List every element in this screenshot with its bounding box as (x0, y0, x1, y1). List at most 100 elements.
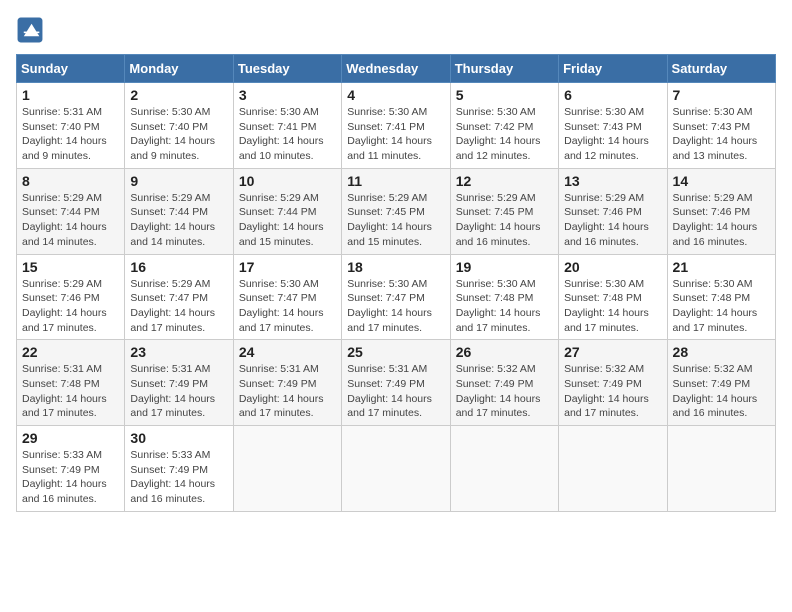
logo-icon (16, 16, 44, 44)
day-number: 20 (564, 259, 661, 275)
calendar-cell (450, 426, 558, 512)
calendar-cell: 19 Sunrise: 5:30 AM Sunset: 7:48 PM Dayl… (450, 254, 558, 340)
calendar-cell: 24 Sunrise: 5:31 AM Sunset: 7:49 PM Dayl… (233, 340, 341, 426)
day-number: 28 (673, 344, 770, 360)
day-number: 22 (22, 344, 119, 360)
day-number: 23 (130, 344, 227, 360)
weekday-header-friday: Friday (559, 55, 667, 83)
day-info: Sunrise: 5:32 AM Sunset: 7:49 PM Dayligh… (564, 362, 661, 421)
day-info: Sunrise: 5:30 AM Sunset: 7:47 PM Dayligh… (347, 277, 444, 336)
calendar-cell: 17 Sunrise: 5:30 AM Sunset: 7:47 PM Dayl… (233, 254, 341, 340)
day-number: 8 (22, 173, 119, 189)
day-info: Sunrise: 5:30 AM Sunset: 7:43 PM Dayligh… (673, 105, 770, 164)
day-info: Sunrise: 5:29 AM Sunset: 7:46 PM Dayligh… (22, 277, 119, 336)
day-number: 1 (22, 87, 119, 103)
day-info: Sunrise: 5:33 AM Sunset: 7:49 PM Dayligh… (22, 448, 119, 507)
day-info: Sunrise: 5:31 AM Sunset: 7:49 PM Dayligh… (347, 362, 444, 421)
day-info: Sunrise: 5:30 AM Sunset: 7:40 PM Dayligh… (130, 105, 227, 164)
calendar-table: SundayMondayTuesdayWednesdayThursdayFrid… (16, 54, 776, 512)
day-number: 2 (130, 87, 227, 103)
calendar-cell (233, 426, 341, 512)
day-info: Sunrise: 5:32 AM Sunset: 7:49 PM Dayligh… (456, 362, 553, 421)
weekday-header-row: SundayMondayTuesdayWednesdayThursdayFrid… (17, 55, 776, 83)
day-info: Sunrise: 5:29 AM Sunset: 7:46 PM Dayligh… (564, 191, 661, 250)
logo (16, 16, 48, 44)
day-number: 15 (22, 259, 119, 275)
day-number: 27 (564, 344, 661, 360)
calendar-cell: 22 Sunrise: 5:31 AM Sunset: 7:48 PM Dayl… (17, 340, 125, 426)
day-info: Sunrise: 5:30 AM Sunset: 7:41 PM Dayligh… (347, 105, 444, 164)
day-number: 3 (239, 87, 336, 103)
calendar-cell: 27 Sunrise: 5:32 AM Sunset: 7:49 PM Dayl… (559, 340, 667, 426)
day-number: 30 (130, 430, 227, 446)
calendar-cell: 29 Sunrise: 5:33 AM Sunset: 7:49 PM Dayl… (17, 426, 125, 512)
weekday-header-tuesday: Tuesday (233, 55, 341, 83)
weekday-header-sunday: Sunday (17, 55, 125, 83)
calendar-cell: 23 Sunrise: 5:31 AM Sunset: 7:49 PM Dayl… (125, 340, 233, 426)
day-number: 6 (564, 87, 661, 103)
calendar-cell: 9 Sunrise: 5:29 AM Sunset: 7:44 PM Dayli… (125, 168, 233, 254)
day-info: Sunrise: 5:29 AM Sunset: 7:45 PM Dayligh… (456, 191, 553, 250)
day-number: 16 (130, 259, 227, 275)
day-number: 21 (673, 259, 770, 275)
calendar-cell: 25 Sunrise: 5:31 AM Sunset: 7:49 PM Dayl… (342, 340, 450, 426)
day-number: 5 (456, 87, 553, 103)
day-info: Sunrise: 5:30 AM Sunset: 7:41 PM Dayligh… (239, 105, 336, 164)
day-number: 14 (673, 173, 770, 189)
day-number: 26 (456, 344, 553, 360)
day-number: 17 (239, 259, 336, 275)
calendar-cell: 18 Sunrise: 5:30 AM Sunset: 7:47 PM Dayl… (342, 254, 450, 340)
day-number: 18 (347, 259, 444, 275)
day-info: Sunrise: 5:33 AM Sunset: 7:49 PM Dayligh… (130, 448, 227, 507)
day-info: Sunrise: 5:30 AM Sunset: 7:48 PM Dayligh… (456, 277, 553, 336)
calendar-week-row: 8 Sunrise: 5:29 AM Sunset: 7:44 PM Dayli… (17, 168, 776, 254)
day-number: 4 (347, 87, 444, 103)
day-number: 25 (347, 344, 444, 360)
day-number: 7 (673, 87, 770, 103)
calendar-cell: 26 Sunrise: 5:32 AM Sunset: 7:49 PM Dayl… (450, 340, 558, 426)
day-info: Sunrise: 5:31 AM Sunset: 7:40 PM Dayligh… (22, 105, 119, 164)
weekday-header-thursday: Thursday (450, 55, 558, 83)
calendar-cell: 5 Sunrise: 5:30 AM Sunset: 7:42 PM Dayli… (450, 83, 558, 169)
calendar-cell: 15 Sunrise: 5:29 AM Sunset: 7:46 PM Dayl… (17, 254, 125, 340)
calendar-cell: 16 Sunrise: 5:29 AM Sunset: 7:47 PM Dayl… (125, 254, 233, 340)
calendar-week-row: 15 Sunrise: 5:29 AM Sunset: 7:46 PM Dayl… (17, 254, 776, 340)
calendar-cell: 30 Sunrise: 5:33 AM Sunset: 7:49 PM Dayl… (125, 426, 233, 512)
calendar-cell (559, 426, 667, 512)
weekday-header-saturday: Saturday (667, 55, 775, 83)
day-info: Sunrise: 5:30 AM Sunset: 7:43 PM Dayligh… (564, 105, 661, 164)
day-info: Sunrise: 5:32 AM Sunset: 7:49 PM Dayligh… (673, 362, 770, 421)
calendar-cell: 7 Sunrise: 5:30 AM Sunset: 7:43 PM Dayli… (667, 83, 775, 169)
day-info: Sunrise: 5:29 AM Sunset: 7:46 PM Dayligh… (673, 191, 770, 250)
day-info: Sunrise: 5:29 AM Sunset: 7:44 PM Dayligh… (130, 191, 227, 250)
day-info: Sunrise: 5:30 AM Sunset: 7:48 PM Dayligh… (564, 277, 661, 336)
calendar-cell: 11 Sunrise: 5:29 AM Sunset: 7:45 PM Dayl… (342, 168, 450, 254)
calendar-week-row: 1 Sunrise: 5:31 AM Sunset: 7:40 PM Dayli… (17, 83, 776, 169)
day-info: Sunrise: 5:31 AM Sunset: 7:49 PM Dayligh… (130, 362, 227, 421)
day-number: 10 (239, 173, 336, 189)
day-info: Sunrise: 5:29 AM Sunset: 7:44 PM Dayligh… (239, 191, 336, 250)
day-number: 29 (22, 430, 119, 446)
calendar-cell: 1 Sunrise: 5:31 AM Sunset: 7:40 PM Dayli… (17, 83, 125, 169)
day-number: 24 (239, 344, 336, 360)
day-info: Sunrise: 5:29 AM Sunset: 7:45 PM Dayligh… (347, 191, 444, 250)
calendar-cell: 6 Sunrise: 5:30 AM Sunset: 7:43 PM Dayli… (559, 83, 667, 169)
weekday-header-wednesday: Wednesday (342, 55, 450, 83)
calendar-cell: 28 Sunrise: 5:32 AM Sunset: 7:49 PM Dayl… (667, 340, 775, 426)
page-header (16, 16, 776, 44)
calendar-cell: 3 Sunrise: 5:30 AM Sunset: 7:41 PM Dayli… (233, 83, 341, 169)
calendar-cell: 4 Sunrise: 5:30 AM Sunset: 7:41 PM Dayli… (342, 83, 450, 169)
calendar-cell: 21 Sunrise: 5:30 AM Sunset: 7:48 PM Dayl… (667, 254, 775, 340)
day-info: Sunrise: 5:29 AM Sunset: 7:47 PM Dayligh… (130, 277, 227, 336)
day-number: 13 (564, 173, 661, 189)
day-number: 9 (130, 173, 227, 189)
calendar-cell: 14 Sunrise: 5:29 AM Sunset: 7:46 PM Dayl… (667, 168, 775, 254)
day-number: 19 (456, 259, 553, 275)
day-number: 12 (456, 173, 553, 189)
day-info: Sunrise: 5:30 AM Sunset: 7:42 PM Dayligh… (456, 105, 553, 164)
day-number: 11 (347, 173, 444, 189)
day-info: Sunrise: 5:31 AM Sunset: 7:48 PM Dayligh… (22, 362, 119, 421)
day-info: Sunrise: 5:31 AM Sunset: 7:49 PM Dayligh… (239, 362, 336, 421)
day-info: Sunrise: 5:30 AM Sunset: 7:47 PM Dayligh… (239, 277, 336, 336)
calendar-cell: 12 Sunrise: 5:29 AM Sunset: 7:45 PM Dayl… (450, 168, 558, 254)
